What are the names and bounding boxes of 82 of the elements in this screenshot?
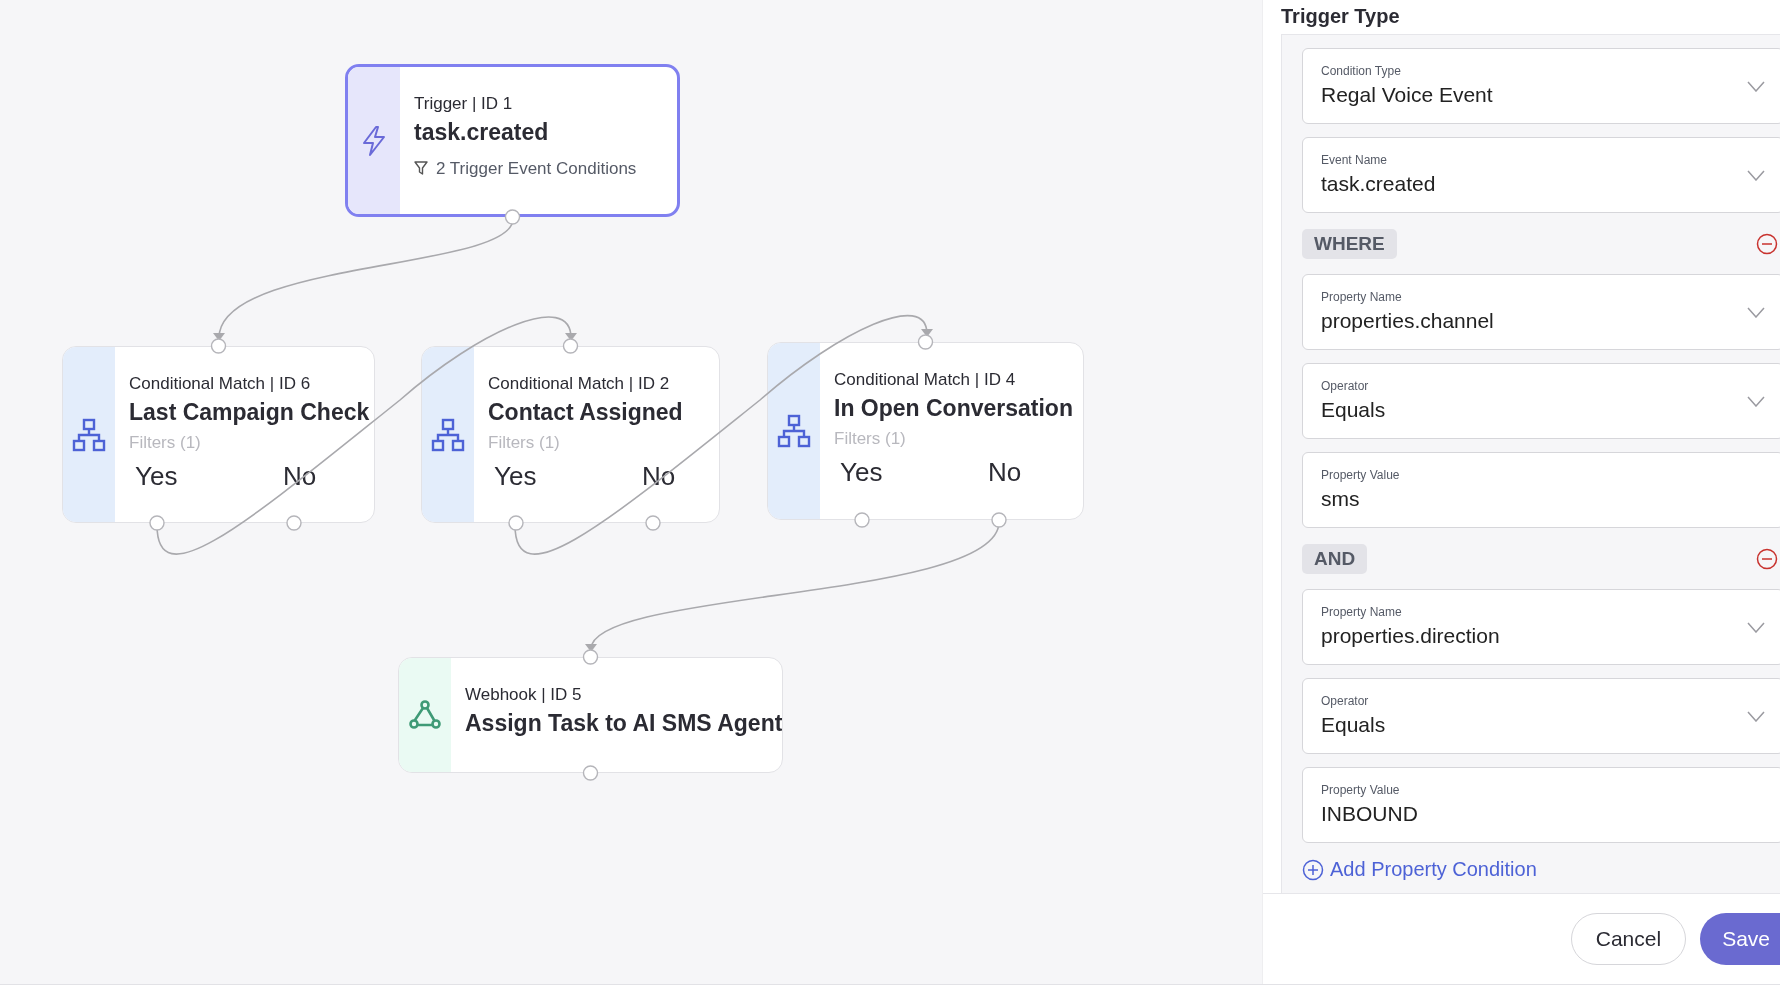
branch-label: Yes: [135, 461, 179, 492]
lightning-icon: [361, 124, 387, 157]
chevron-down-icon: [1747, 169, 1765, 181]
dropdown-field[interactable]: Property Name properties.direction: [1302, 589, 1780, 665]
node-title: Last Campaign Check: [129, 398, 370, 427]
webhook-icon: [408, 699, 442, 731]
field-label: Property Value: [1321, 467, 1400, 484]
chevron-down-icon: [1747, 306, 1765, 318]
node-type-label: Conditional Match | ID 4: [834, 369, 1016, 391]
node-type-label: Conditional Match | ID 2: [488, 373, 670, 395]
node-title: Contact Assigned: [488, 398, 683, 427]
filter-icon: [414, 161, 428, 177]
connection-handle[interactable]: [508, 515, 524, 531]
connection-handle[interactable]: [210, 338, 227, 354]
node-type-label: Conditional Match | ID 6: [129, 373, 311, 395]
hierarchy-icon: [72, 417, 106, 452]
field-value: Regal Voice Event: [1321, 82, 1493, 108]
trigger-node[interactable]: Trigger | ID 1 task.created 2 Trigger Event Conditions: [345, 64, 680, 217]
node-title: Assign Task to AI SMS Agent: [465, 709, 782, 738]
webhook-node[interactable]: Webhook | ID 5 Assign Task to AI SMS Agent: [398, 657, 783, 773]
chevron-down-icon: [1747, 710, 1765, 722]
node-title: In Open Conversation: [834, 394, 1073, 423]
branch-label: Yes: [494, 461, 538, 492]
dropdown-field[interactable]: Property Name properties.channel: [1302, 274, 1780, 350]
panel-title: Trigger Type: [1280, 4, 1401, 29]
connection-handle[interactable]: [854, 512, 870, 528]
input-field[interactable]: Property Value sms: [1302, 452, 1780, 528]
field-label: Operator: [1321, 378, 1370, 395]
add-condition-link[interactable]: Add Property Condition: [1302, 858, 1780, 881]
conditions-count: 2 Trigger Event Conditions: [436, 159, 637, 179]
field-label: Event Name: [1321, 152, 1389, 169]
save-button[interactable]: Save: [1700, 913, 1780, 965]
chevron-down-icon: [1747, 395, 1765, 407]
dropdown-field[interactable]: Operator Equals: [1302, 363, 1780, 439]
node-type-label: Webhook | ID 5: [465, 684, 582, 706]
node-title: task.created: [414, 118, 549, 147]
plus-circle-icon: [1302, 858, 1324, 881]
field-value: Equals: [1321, 397, 1386, 423]
connection-handle[interactable]: [149, 515, 165, 531]
connection-handle[interactable]: [645, 515, 661, 531]
connection-handle[interactable]: [917, 334, 934, 350]
cancel-button[interactable]: Cancel: [1570, 913, 1687, 965]
hierarchy-icon: [431, 417, 465, 452]
chevron-down-icon: [1747, 621, 1765, 633]
branch-label: No: [988, 457, 1023, 488]
operator-tag: WHERE: [1302, 228, 1397, 259]
field-value: properties.direction: [1321, 623, 1500, 649]
field-label: Property Name: [1321, 289, 1403, 306]
dropdown-field[interactable]: Condition Type Regal Voice Event: [1302, 48, 1780, 124]
chevron-down-icon: [1747, 80, 1765, 92]
branch-label: No: [642, 461, 677, 492]
connection-handle[interactable]: [582, 765, 599, 781]
field-label: Property Value: [1321, 782, 1401, 799]
field-value: properties.channel: [1321, 308, 1494, 334]
field-value: INBOUND: [1321, 801, 1418, 827]
connection-handle[interactable]: [504, 209, 521, 225]
operator-tag: AND: [1302, 543, 1368, 574]
field-value: sms: [1321, 486, 1361, 512]
connection-handle[interactable]: [286, 515, 302, 531]
field-value: Equals: [1321, 712, 1386, 738]
hierarchy-icon: [777, 414, 811, 448]
field-value: task.created: [1321, 171, 1436, 197]
remove-icon[interactable]: [1756, 232, 1778, 255]
dropdown-field[interactable]: Operator Equals: [1302, 678, 1780, 754]
condition-node[interactable]: Conditional Match | ID 2 Contact Assigned Filters (1) Yes No: [421, 346, 720, 523]
remove-icon[interactable]: [1756, 547, 1778, 570]
field-label: Property Name: [1321, 604, 1403, 621]
branch-label: Yes: [840, 457, 884, 488]
filters-count: Filters (1): [129, 433, 201, 453]
node-type-label: Trigger | ID 1: [414, 93, 513, 115]
dropdown-field[interactable]: Event Name task.created: [1302, 137, 1780, 213]
connection-handle[interactable]: [582, 649, 599, 665]
condition-node[interactable]: Conditional Match | ID 4 In Open Conversation Filters (1) Yes No: [767, 342, 1084, 520]
branch-label: No: [283, 461, 318, 492]
connection-handle[interactable]: [991, 512, 1007, 528]
field-label: Condition Type: [1321, 63, 1402, 80]
filters-count: Filters (1): [834, 429, 906, 449]
condition-node[interactable]: Conditional Match | ID 6 Last Campaign Check Filters (1) Yes No: [62, 346, 375, 523]
connection-handle[interactable]: [562, 338, 579, 354]
input-field[interactable]: Property Value INBOUND: [1302, 767, 1780, 843]
filters-count: Filters (1): [488, 433, 560, 453]
field-label: Operator: [1321, 693, 1370, 710]
